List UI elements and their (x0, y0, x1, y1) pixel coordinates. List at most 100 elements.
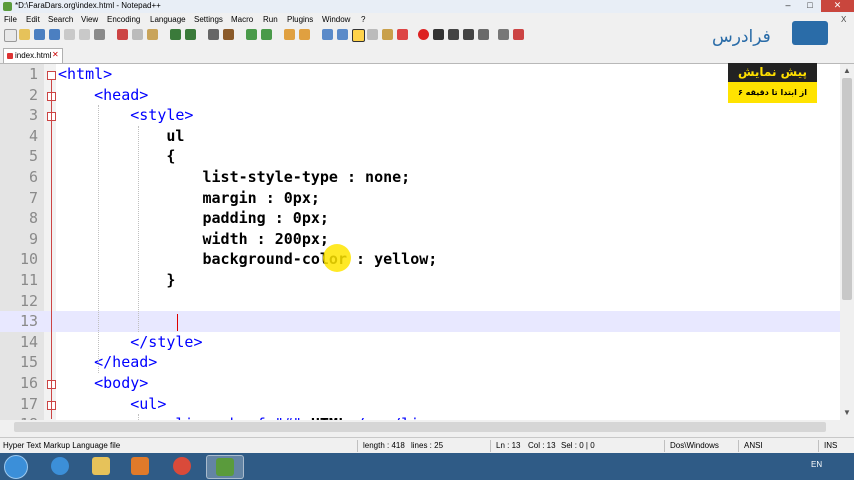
taskbar-media[interactable] (122, 455, 158, 477)
code-line[interactable]: 13 (0, 311, 840, 332)
taskbar-notepadpp[interactable] (206, 455, 244, 479)
window-title: *D:\FaraDars.org\index.html - Notepad++ (15, 1, 161, 10)
show-all-chars-icon[interactable] (337, 29, 348, 40)
undo-icon[interactable] (170, 29, 181, 40)
menu-window[interactable]: Window (322, 15, 350, 24)
menu-view[interactable]: View (81, 15, 98, 24)
record-macro-icon[interactable] (418, 29, 429, 40)
status-mode: INS (824, 441, 838, 450)
save-icon[interactable] (34, 29, 45, 40)
status-lines: lines : 25 (411, 441, 444, 450)
save-all-icon[interactable] (49, 29, 60, 40)
code-line[interactable]: 6 list-style-type : none; (0, 167, 840, 188)
menu-encoding[interactable]: Encoding (107, 15, 140, 24)
replace-icon[interactable] (223, 29, 234, 40)
find-icon[interactable] (208, 29, 219, 40)
menu-search[interactable]: Search (48, 15, 73, 24)
maximize-button[interactable]: □ (799, 0, 821, 12)
indent-guide-icon[interactable] (352, 29, 365, 42)
html-tag-token: </style> (130, 332, 203, 351)
code-line[interactable]: 9 width : 200px; (0, 229, 840, 250)
tab-close-button[interactable]: ✕ (52, 50, 59, 59)
menu-help[interactable]: ? (361, 15, 365, 24)
redo-icon[interactable] (185, 29, 196, 40)
close-all-icon[interactable] (79, 29, 90, 40)
hscroll-thumb[interactable] (14, 422, 826, 432)
menu-file[interactable]: File (4, 15, 17, 24)
menu-language[interactable]: Language (150, 15, 186, 24)
function-list-icon[interactable] (382, 29, 393, 40)
html-tag-token: <ul> (130, 394, 167, 413)
zoom-out-icon[interactable] (261, 29, 272, 40)
plugin-icon[interactable] (513, 29, 524, 40)
scroll-up-icon[interactable]: ▲ (842, 66, 852, 76)
code-line[interactable]: 7 margin : 0px; (0, 188, 840, 209)
minimize-button[interactable]: – (777, 0, 799, 12)
line-number: 1 (28, 65, 38, 83)
stop-macro-icon[interactable] (433, 29, 444, 40)
preview-subtitle: از ابتدا تا دقیقه ۶ (728, 82, 817, 103)
code-line[interactable]: 8 padding : 0px; (0, 208, 840, 229)
html-tag-token: <head> (94, 85, 149, 104)
status-bar: Hyper Text Markup Language file length :… (0, 437, 854, 454)
play-multiple-icon[interactable] (463, 29, 474, 40)
internet-explorer-icon (51, 457, 69, 475)
paste-icon[interactable] (147, 29, 158, 40)
line-number: 13 (19, 312, 38, 331)
sync-horizontal-icon[interactable] (299, 29, 310, 40)
code-line[interactable]: 4 ul (0, 126, 840, 147)
code-line[interactable]: 2 <head> (0, 85, 840, 106)
code-line[interactable]: 5 { (0, 146, 840, 167)
code-line[interactable]: 12 (0, 291, 840, 312)
code-line[interactable]: 3 <style> (0, 105, 840, 126)
tab-index-html[interactable]: index.html ✕ (3, 48, 63, 63)
word-wrap-icon[interactable] (322, 29, 333, 40)
code-token: background-color : yellow; (58, 250, 438, 269)
cut-icon[interactable] (117, 29, 128, 40)
chrome-icon (173, 457, 191, 475)
start-button-icon[interactable] (4, 455, 28, 479)
code-line[interactable]: 17 <ul> (0, 394, 840, 415)
line-number: 6 (28, 168, 38, 186)
menu-settings[interactable]: Settings (194, 15, 223, 24)
code-line[interactable]: 16 <body> (0, 373, 840, 394)
scroll-down-icon[interactable]: ▼ (842, 408, 852, 418)
vertical-scrollbar[interactable]: ▲ ▼ (840, 64, 854, 420)
taskbar-chrome[interactable] (164, 455, 200, 477)
scroll-thumb[interactable] (842, 78, 852, 300)
code-line[interactable]: 10 background-color : yellow; (0, 249, 840, 270)
close-document-button[interactable]: X (841, 15, 846, 24)
new-file-icon[interactable] (4, 29, 17, 42)
code-line[interactable]: 11 } (0, 270, 840, 291)
open-file-icon[interactable] (19, 29, 30, 40)
taskbar-ie[interactable] (42, 455, 78, 477)
close-button[interactable]: ✕ (821, 0, 854, 12)
fold-line (51, 79, 52, 419)
status-ln: Ln : 13 (496, 441, 521, 450)
language-indicator[interactable]: EN (811, 460, 822, 469)
spellcheck-icon[interactable] (498, 29, 509, 40)
horizontal-scrollbar[interactable] (0, 420, 840, 434)
zoom-in-icon[interactable] (246, 29, 257, 40)
code-line[interactable]: 15 </head> (0, 352, 840, 373)
taskbar-explorer[interactable] (83, 455, 119, 477)
print-icon[interactable] (94, 29, 105, 40)
copy-icon[interactable] (132, 29, 143, 40)
line-code: <style> (58, 105, 193, 126)
menu-macro[interactable]: Macro (231, 15, 253, 24)
status-length: length : 418 (363, 441, 405, 450)
sync-vertical-icon[interactable] (284, 29, 295, 40)
code-line[interactable]: 1 <html> (0, 64, 840, 85)
code-line[interactable]: 14 </style> (0, 332, 840, 353)
status-col: Col : 13 (528, 441, 556, 450)
line-number: 5 (28, 147, 38, 166)
doc-map-icon[interactable] (397, 29, 408, 40)
save-macro-icon[interactable] (478, 29, 489, 40)
play-macro-icon[interactable] (448, 29, 459, 40)
lang-icon[interactable] (367, 29, 378, 40)
code-editor[interactable]: 1 <html> 2 <head> 3 <style> 4 ul 5 {6 list-st… (0, 64, 840, 420)
menu-edit[interactable]: Edit (26, 15, 40, 24)
menu-run[interactable]: Run (263, 15, 278, 24)
menu-plugins[interactable]: Plugins (287, 15, 313, 24)
close-file-icon[interactable] (64, 29, 75, 40)
